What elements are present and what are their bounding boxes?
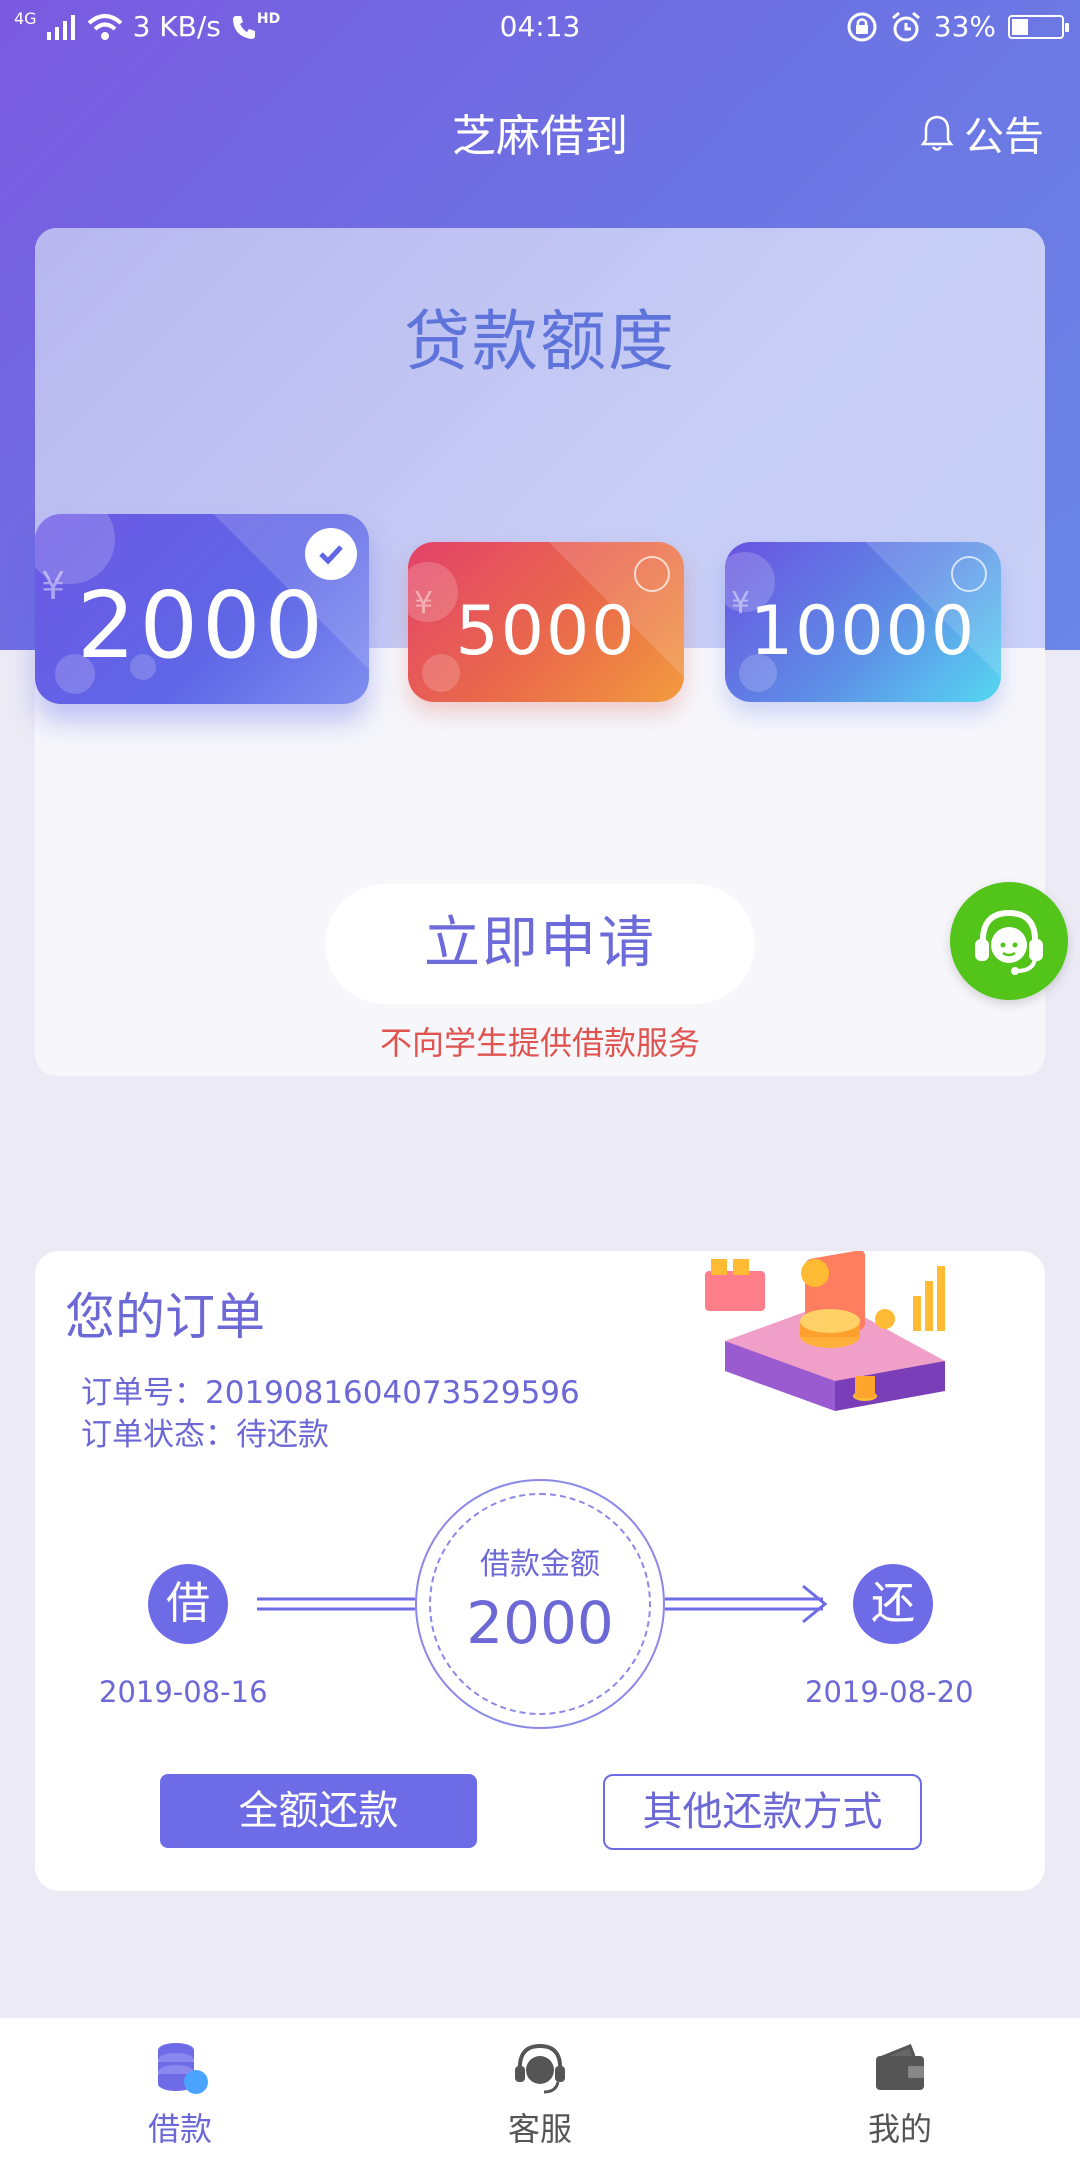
amount-value: 2000 [76,572,328,679]
amount-value: 10000 [749,592,977,671]
other-repay-button[interactable]: 其他还款方式 [603,1774,922,1850]
loan-amount-value: 2000 [466,1589,614,1657]
loan-amount-label: 借款金额 [480,1547,600,1582]
repay-badge: 还 [853,1564,933,1644]
nav-label: 我的 [867,2110,932,2148]
notice-label: 公告 [964,114,1044,160]
amount-option-10000[interactable]: ¥ 10000 [725,542,1001,702]
battery-level [1012,18,1028,35]
bell-icon [920,115,954,151]
notice-button[interactable]: 公告 [920,104,1044,162]
headset-agent-icon [975,909,1043,975]
loan-amount-circle: 借款金额 2000 [415,1479,665,1729]
unselected-circle-icon [634,556,670,592]
amount-value: 5000 [455,592,637,671]
bottom-nav: 借款 客服 我的 [0,2018,1080,2160]
headset-icon [515,2043,565,2094]
full-repay-button[interactable]: 全额还款 [160,1774,477,1848]
student-notice: 不向学生提供借款服务 [379,1024,700,1062]
status-right: 33% [846,10,1069,43]
unselected-circle-icon [951,556,987,592]
amount-option-5000[interactable]: ¥ 5000 [408,542,684,702]
borrow-date: 2019-08-16 [99,1675,268,1709]
customer-service-float-button[interactable] [950,882,1068,1000]
borrow-badge: 借 [148,1564,228,1644]
apply-now-button[interactable]: 立即申请 [325,884,755,1004]
amount-option-2000[interactable]: ¥ 2000 [35,514,369,704]
loan-limit-title: 贷款额度 [404,303,676,380]
alarm-icon [891,11,920,41]
nav-item-service[interactable]: 客服 [360,2018,720,2160]
page-title: 芝麻借到 [452,111,628,162]
status-bar: 4G 3 KB/s HD 04:13 33% [0,0,1080,54]
nav-item-loan[interactable]: 借款 [0,2018,360,2160]
selected-check-icon [305,528,357,580]
repay-date: 2019-08-20 [805,1675,974,1709]
nav-label: 客服 [507,2110,572,2148]
rotation-lock-icon [847,12,877,41]
coins-icon [158,2043,208,2094]
battery-icon [1008,14,1069,39]
wallet-icon [876,2044,924,2090]
nav-item-mine[interactable]: 我的 [720,2018,1080,2160]
nav-label: 借款 [147,2110,212,2148]
battery-percent: 33% [933,10,996,43]
order-card: 您的订单 订单号：2019081604073529596 订单状态：待还款 借 … [35,1251,1045,1891]
